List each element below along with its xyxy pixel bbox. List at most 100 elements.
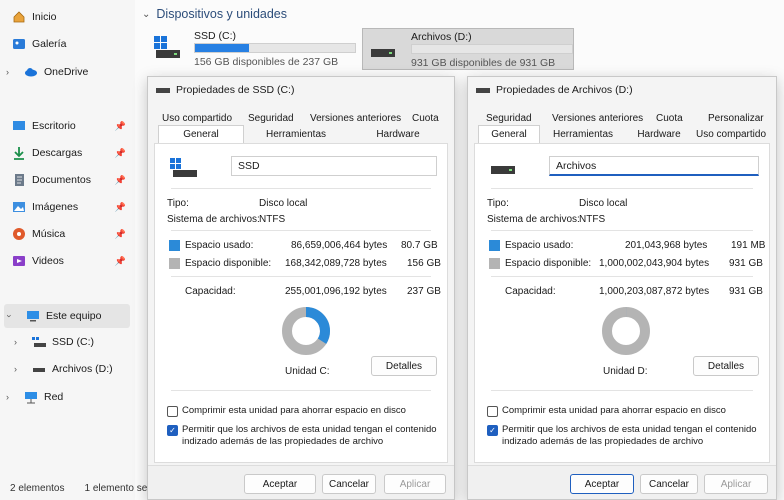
tab-herramientas[interactable]: Herramientas [244,129,348,140]
tab-general[interactable]: General [478,125,540,143]
details-button[interactable]: Detalles [371,356,437,376]
sidebar-item-musica[interactable]: Música 📌 [8,223,132,245]
cancel-button[interactable]: Cancelar [322,474,376,494]
apply-button[interactable]: Aplicar [704,474,768,494]
image-icon [12,200,26,214]
free-space-size: 156 GB [407,258,441,269]
sidebar-item-imagenes[interactable]: Imágenes 📌 [8,196,132,218]
chevron-right-icon[interactable]: › [14,337,17,347]
index-label: Permitir que los archivos de esta unidad… [502,424,757,447]
sidebar-item-ssd[interactable]: › SSD (C:) [8,331,132,353]
drive-name-field[interactable]: Archivos [549,156,759,176]
drive-icon [489,158,519,181]
sidebar-item-galeria[interactable]: Galería [8,33,132,55]
drive-icon [32,362,46,376]
compress-checkbox[interactable] [487,406,498,417]
divider [171,390,431,391]
sidebar-item-label: Galería [32,38,67,50]
navigation-pane: Inicio Galería › OneDrive Escritorio 📌 D… [0,0,135,500]
index-checkbox[interactable]: ✓ [167,425,178,436]
chevron-down-icon[interactable]: › [5,315,15,318]
unit-label: Unidad C: [285,366,330,377]
pin-icon[interactable]: 📌 [115,175,126,186]
used-space-swatch [489,240,500,251]
tab-personalizar[interactable]: Personalizar [708,113,764,124]
tab-hardware[interactable]: Hardware [626,129,692,140]
tab-cuota[interactable]: Cuota [656,113,683,124]
section-header[interactable]: ⌄ Dispositivos y unidades [142,7,287,21]
sidebar-item-label: OneDrive [44,66,89,78]
sidebar-item-label: Documentos [32,174,91,186]
drive-tile-d[interactable]: Archivos (D:) 931 GB disponibles de 931 … [362,28,574,70]
chevron-down-icon[interactable]: ⌄ [142,9,150,20]
chevron-right-icon[interactable]: › [14,364,17,374]
chevron-right-icon[interactable]: › [6,392,9,402]
pin-icon[interactable]: 📌 [115,202,126,213]
general-tab-panel: SSD Tipo: Disco local Sistema de archivo… [154,143,448,463]
free-space-swatch [169,258,180,269]
dialog-titlebar[interactable]: Propiedades de SSD (C:) [148,77,454,103]
pin-icon[interactable]: 📌 [115,148,126,159]
tab-general[interactable]: General [158,125,244,143]
ok-button[interactable]: Aceptar [244,474,316,494]
free-space-bytes: 1,000,002,043,904 bytes [599,258,710,269]
details-button[interactable]: Detalles [693,356,759,376]
compress-label: Comprimir esta unidad para ahorrar espac… [502,405,726,416]
capacity-bytes: 255,001,096,192 bytes [285,286,387,297]
tab-herramientas[interactable]: Herramientas [540,129,626,140]
drive-name-field[interactable]: SSD [231,156,437,176]
tab-hardware[interactable]: Hardware [348,129,448,140]
sidebar-item-videos[interactable]: Videos 📌 [8,250,132,272]
ok-button[interactable]: Aceptar [570,474,634,494]
sidebar-item-descargas[interactable]: Descargas 📌 [8,142,132,164]
download-icon [12,146,26,160]
properties-dialog-c: Propiedades de SSD (C:) Uso compartido S… [147,76,455,500]
document-icon [12,173,26,187]
capacity-label: Capacidad: [185,286,236,297]
apply-button[interactable]: Aplicar [384,474,446,494]
video-icon [12,254,26,268]
pin-icon[interactable]: 📌 [115,256,126,267]
home-icon [12,10,26,24]
sidebar-item-label: SSD (C:) [52,336,94,348]
tab-uso-compartido[interactable]: Uso compartido [692,129,770,140]
divider [171,276,431,277]
properties-dialog-d: Propiedades de Archivos (D:) Seguridad V… [467,76,777,500]
drive-name: Archivos (D:) [411,31,472,43]
tab-versiones-anteriores[interactable]: Versiones anteriores [552,113,643,124]
status-bar: 2 elementos 1 elemento sel [10,483,150,494]
sidebar-item-onedrive[interactable]: › OneDrive [6,61,132,83]
pin-icon[interactable]: 📌 [115,229,126,240]
pin-icon[interactable]: 📌 [115,121,126,132]
type-label: Tipo: [487,198,509,209]
drive-tile-c[interactable]: SSD (C:) 156 GB disponibles de 237 GB [146,28,358,70]
used-space-label: Espacio usado: [505,240,574,251]
tab-versiones-anteriores[interactable]: Versiones anteriores [310,113,401,124]
sidebar-item-label: Imágenes [32,201,79,213]
sidebar-item-documentos[interactable]: Documentos 📌 [8,169,132,191]
sidebar-item-este-equipo[interactable]: › Este equipo [4,304,130,328]
tab-uso-compartido[interactable]: Uso compartido [162,113,232,124]
cancel-button[interactable]: Cancelar [640,474,698,494]
free-space-size: 931 GB [729,258,763,269]
divider [491,188,753,189]
drive-icon [169,158,199,181]
compress-checkbox[interactable] [167,406,178,417]
tab-seguridad[interactable]: Seguridad [486,113,532,124]
sidebar-item-inicio[interactable]: Inicio [8,6,132,28]
divider [491,276,753,277]
tab-cuota[interactable]: Cuota [412,113,439,124]
sidebar-item-archivos[interactable]: › Archivos (D:) [8,358,132,380]
sidebar-item-red[interactable]: › Red [6,386,132,408]
chevron-right-icon[interactable]: › [6,67,9,77]
capacity-size: 237 GB [407,286,441,297]
network-icon [24,390,38,404]
sidebar-item-escritorio[interactable]: Escritorio 📌 [8,115,132,137]
usage-donut-chart [282,307,330,355]
dialog-titlebar[interactable]: Propiedades de Archivos (D:) [468,77,776,103]
used-space-swatch [169,240,180,251]
tab-seguridad[interactable]: Seguridad [248,113,294,124]
index-checkbox[interactable]: ✓ [487,425,498,436]
drive-free-text: 156 GB disponibles de 237 GB [194,56,339,68]
free-space-swatch [489,258,500,269]
